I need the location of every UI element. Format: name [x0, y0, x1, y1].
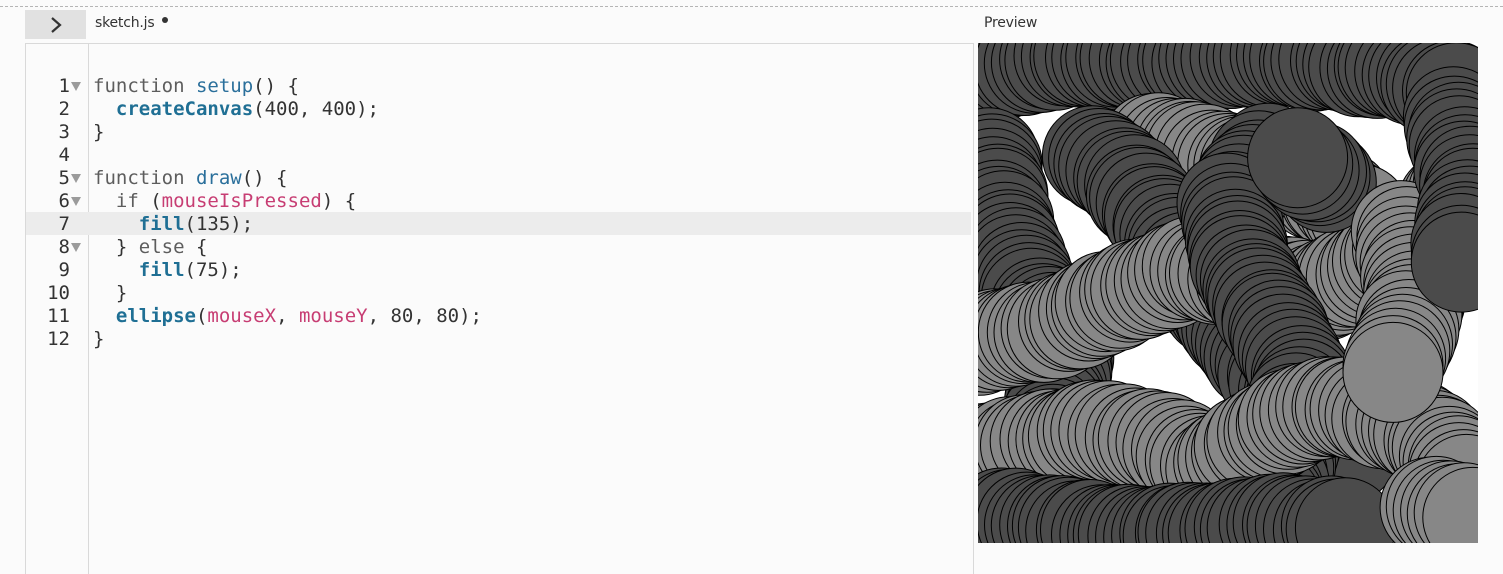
code-token: ) { — [321, 190, 357, 212]
code-token: mouseY — [298, 305, 368, 327]
file-tab-name[interactable]: sketch.js — [95, 15, 155, 31]
code-line[interactable]: 5 function draw() { — [0, 167, 946, 190]
code-text: } else { — [93, 236, 208, 259]
code-line[interactable]: 1 function setup() { — [0, 75, 946, 98]
code-token: (400, 400); — [253, 98, 380, 120]
code-token: } — [93, 328, 105, 350]
unsaved-indicator-icon — [162, 17, 168, 23]
sketch-ellipse — [1247, 107, 1349, 209]
code-line[interactable]: 4 — [0, 144, 946, 167]
line-number: 12 — [47, 328, 70, 350]
code-token: , — [276, 305, 299, 327]
code-text: createCanvas(400, 400); — [93, 98, 379, 121]
code-token: , 80, 80); — [367, 305, 482, 327]
code-token: (75); — [184, 259, 242, 281]
code-text: if (mouseIsPressed) { — [93, 190, 356, 213]
code-token: (135); — [184, 213, 254, 235]
fold-arrow-icon[interactable] — [71, 174, 81, 183]
line-number: 4 — [58, 144, 70, 166]
code-token: ( — [138, 190, 162, 212]
code-token: mouseIsPressed — [161, 190, 322, 212]
code-line[interactable]: 11 ellipse(mouseX, mouseY, 80, 80); — [0, 305, 946, 328]
code-text: } — [93, 121, 104, 144]
code-token: fill — [138, 213, 185, 235]
line-number: 10 — [47, 282, 70, 304]
code-text: } — [93, 282, 127, 305]
code-line[interactable]: 9 fill(75); — [0, 259, 946, 282]
code-text: function setup() { — [93, 75, 299, 98]
code-token: { — [184, 236, 208, 258]
code-token: setup — [195, 75, 254, 97]
code-token: () { — [253, 75, 299, 97]
code-token: draw — [195, 167, 242, 189]
code-text: fill(135); — [93, 213, 253, 236]
line-number: 1 — [58, 75, 70, 97]
line-number: 3 — [58, 121, 70, 143]
line-number: 8 — [58, 236, 70, 258]
line-number: 9 — [58, 259, 70, 281]
sketch-output — [978, 43, 1478, 543]
code-line[interactable]: 6 if (mouseIsPressed) { — [0, 190, 946, 213]
line-number: 2 — [58, 98, 70, 120]
code-token: else — [138, 236, 185, 258]
chevron-right-icon — [50, 16, 62, 33]
code-line[interactable]: 12} — [0, 328, 946, 351]
code-token: ellipse — [115, 305, 196, 327]
code-token: function — [93, 75, 196, 97]
code-text: function draw() { — [93, 167, 287, 190]
code-text: } — [93, 328, 104, 351]
preview-label: Preview — [984, 15, 1038, 31]
code-line[interactable]: 7 fill(135); — [0, 213, 946, 236]
code-token: } — [93, 282, 128, 304]
code-line[interactable]: 3} — [0, 121, 946, 144]
line-number: 5 — [58, 167, 70, 189]
fold-arrow-icon[interactable] — [71, 197, 81, 206]
code-text: ellipse(mouseX, mouseY, 80, 80); — [93, 305, 482, 328]
code-token: createCanvas — [115, 98, 254, 120]
line-number: 6 — [58, 190, 70, 212]
fold-arrow-icon[interactable] — [71, 243, 81, 252]
code-token: ( — [195, 305, 208, 327]
line-number: 11 — [47, 305, 70, 327]
code-line[interactable]: 2 createCanvas(400, 400); — [0, 98, 946, 121]
code-token: fill — [138, 259, 185, 281]
code-line[interactable]: 10 } — [0, 282, 946, 305]
fold-arrow-icon[interactable] — [71, 82, 81, 91]
code-line[interactable]: 8 } else { — [0, 236, 946, 259]
code-token: } — [93, 121, 105, 143]
line-number: 7 — [58, 213, 70, 235]
code-text: fill(75); — [93, 259, 242, 282]
code-token: } — [93, 236, 139, 258]
code-token: mouseX — [207, 305, 277, 327]
sketch-ellipse — [1342, 321, 1444, 423]
code-token: if — [115, 190, 139, 212]
code-token: () { — [241, 167, 288, 189]
top-divider — [0, 6, 1503, 7]
sidebar-toggle-button[interactable] — [25, 10, 86, 39]
preview-canvas[interactable] — [978, 43, 1478, 543]
code-token: function — [93, 167, 196, 189]
